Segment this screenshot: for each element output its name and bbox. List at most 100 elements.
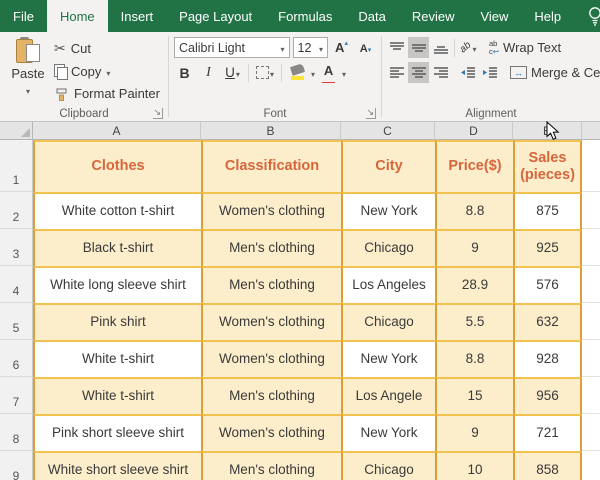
cell-b9[interactable]: Men's clothing <box>201 451 341 480</box>
tab-page-layout[interactable]: Page Layout <box>166 0 265 32</box>
bold-button[interactable]: B <box>174 62 195 83</box>
cell-d4[interactable]: 28.9 <box>435 266 513 303</box>
cell-c1[interactable]: City <box>341 140 435 192</box>
cell-c4[interactable]: Los Angeles <box>341 266 435 303</box>
tab-help[interactable]: Help <box>521 0 574 32</box>
row-header-7[interactable]: 7 <box>0 377 33 414</box>
col-header-b[interactable]: B <box>201 122 341 140</box>
tab-home[interactable]: Home <box>46 0 108 32</box>
row-header-4[interactable]: 4 <box>0 266 33 303</box>
row-header-3[interactable]: 3 <box>0 229 33 266</box>
cell-a4[interactable]: White long sleeve shirt <box>33 266 201 303</box>
cell-c5[interactable]: Chicago <box>341 303 435 340</box>
cell-e4[interactable]: 576 <box>513 266 582 303</box>
select-all-corner[interactable] <box>0 122 33 140</box>
cell-c8[interactable]: New York <box>341 414 435 451</box>
underline-dropdown-icon[interactable] <box>236 64 240 82</box>
cell-d5[interactable]: 5.5 <box>435 303 513 340</box>
cell-e6[interactable]: 928 <box>513 340 582 377</box>
row-header-6[interactable]: 6 <box>0 340 33 377</box>
underline-button[interactable]: U <box>222 62 243 83</box>
col-header-a[interactable]: A <box>33 122 201 140</box>
decrease-font-size-button[interactable] <box>355 37 376 58</box>
fill-color-button[interactable] <box>287 62 308 83</box>
increase-font-size-button[interactable] <box>331 37 352 58</box>
cell-c9[interactable]: Chicago <box>341 451 435 480</box>
cell-b7[interactable]: Men's clothing <box>201 377 341 414</box>
row-header-1[interactable]: 1 <box>0 140 33 192</box>
cell-b4[interactable]: Men's clothing <box>201 266 341 303</box>
cell-a9[interactable]: White short sleeve shirt <box>33 451 201 480</box>
format-painter-button[interactable]: Format Painter <box>54 83 160 104</box>
cell-e3[interactable]: 925 <box>513 229 582 266</box>
cell-e5[interactable]: 632 <box>513 303 582 340</box>
cell-b5[interactable]: Women's clothing <box>201 303 341 340</box>
cell-filler[interactable] <box>582 140 600 192</box>
col-header-d[interactable]: D <box>435 122 513 140</box>
cut-button[interactable]: Cut <box>54 38 160 59</box>
increase-indent-button[interactable] <box>479 62 500 83</box>
cell-filler[interactable] <box>582 340 600 377</box>
tab-data[interactable]: Data <box>345 0 398 32</box>
cell-filler[interactable] <box>582 229 600 266</box>
middle-align-button[interactable] <box>408 37 429 58</box>
cell-c2[interactable]: New York <box>341 192 435 229</box>
font-name-select[interactable]: Calibri Light <box>174 37 290 58</box>
col-header-c[interactable]: C <box>341 122 435 140</box>
paste-dropdown-icon[interactable] <box>26 81 30 99</box>
cell-filler[interactable] <box>582 451 600 480</box>
cell-b2[interactable]: Women's clothing <box>201 192 341 229</box>
bottom-align-button[interactable] <box>430 37 451 58</box>
cell-e8[interactable]: 721 <box>513 414 582 451</box>
cell-a8[interactable]: Pink short sleeve shirt <box>33 414 201 451</box>
cell-filler[interactable] <box>582 414 600 451</box>
cell-a2[interactable]: White cotton t-shirt <box>33 192 201 229</box>
cell-d8[interactable]: 9 <box>435 414 513 451</box>
cell-d7[interactable]: 15 <box>435 377 513 414</box>
cell-c3[interactable]: Chicago <box>341 229 435 266</box>
cell-a6[interactable]: White t-shirt <box>33 340 201 377</box>
align-right-button[interactable] <box>430 62 451 83</box>
borders-dropdown-icon[interactable] <box>270 64 274 82</box>
cell-d1[interactable]: Price($) <box>435 140 513 192</box>
tab-view[interactable]: View <box>467 0 521 32</box>
row-header-2[interactable]: 2 <box>0 192 33 229</box>
decrease-indent-button[interactable] <box>457 62 478 83</box>
center-button[interactable] <box>408 62 429 83</box>
font-color-button[interactable] <box>318 62 339 83</box>
row-header-8[interactable]: 8 <box>0 414 33 451</box>
orientation-button[interactable] <box>458 37 479 58</box>
italic-button[interactable]: I <box>198 62 219 83</box>
row-header-9[interactable]: 9 <box>0 451 33 480</box>
cell-e7[interactable]: 956 <box>513 377 582 414</box>
cell-a7[interactable]: White t-shirt <box>33 377 201 414</box>
paste-button[interactable]: Paste <box>2 35 54 104</box>
cell-e2[interactable]: 875 <box>513 192 582 229</box>
cell-b8[interactable]: Women's clothing <box>201 414 341 451</box>
font-size-select[interactable]: 12 <box>292 37 328 58</box>
cell-a1[interactable]: Clothes <box>33 140 201 192</box>
font-color-dropdown-icon[interactable] <box>342 64 346 82</box>
cell-d6[interactable]: 8.8 <box>435 340 513 377</box>
tab-review[interactable]: Review <box>399 0 468 32</box>
copy-dropdown-icon[interactable] <box>106 64 110 79</box>
cell-d9[interactable]: 10 <box>435 451 513 480</box>
top-align-button[interactable] <box>386 37 407 58</box>
wrap-text-button[interactable]: Wrap Text <box>489 40 561 56</box>
tab-formulas[interactable]: Formulas <box>265 0 345 32</box>
tell-me-lightbulb-icon[interactable] <box>574 0 600 32</box>
row-header-5[interactable]: 5 <box>0 303 33 340</box>
cell-filler[interactable] <box>582 303 600 340</box>
cell-a3[interactable]: Black t-shirt <box>33 229 201 266</box>
cell-e1[interactable]: Sales (pieces) <box>513 140 582 192</box>
cell-b6[interactable]: Women's clothing <box>201 340 341 377</box>
cell-b3[interactable]: Men's clothing <box>201 229 341 266</box>
copy-button[interactable]: Copy <box>54 61 160 82</box>
cell-e9[interactable]: 858 <box>513 451 582 480</box>
align-left-button[interactable] <box>386 62 407 83</box>
cell-b1[interactable]: Classification <box>201 140 341 192</box>
font-dialog-launcher-icon[interactable] <box>366 108 376 119</box>
tab-insert[interactable]: Insert <box>108 0 167 32</box>
cell-d3[interactable]: 9 <box>435 229 513 266</box>
cell-a5[interactable]: Pink shirt <box>33 303 201 340</box>
